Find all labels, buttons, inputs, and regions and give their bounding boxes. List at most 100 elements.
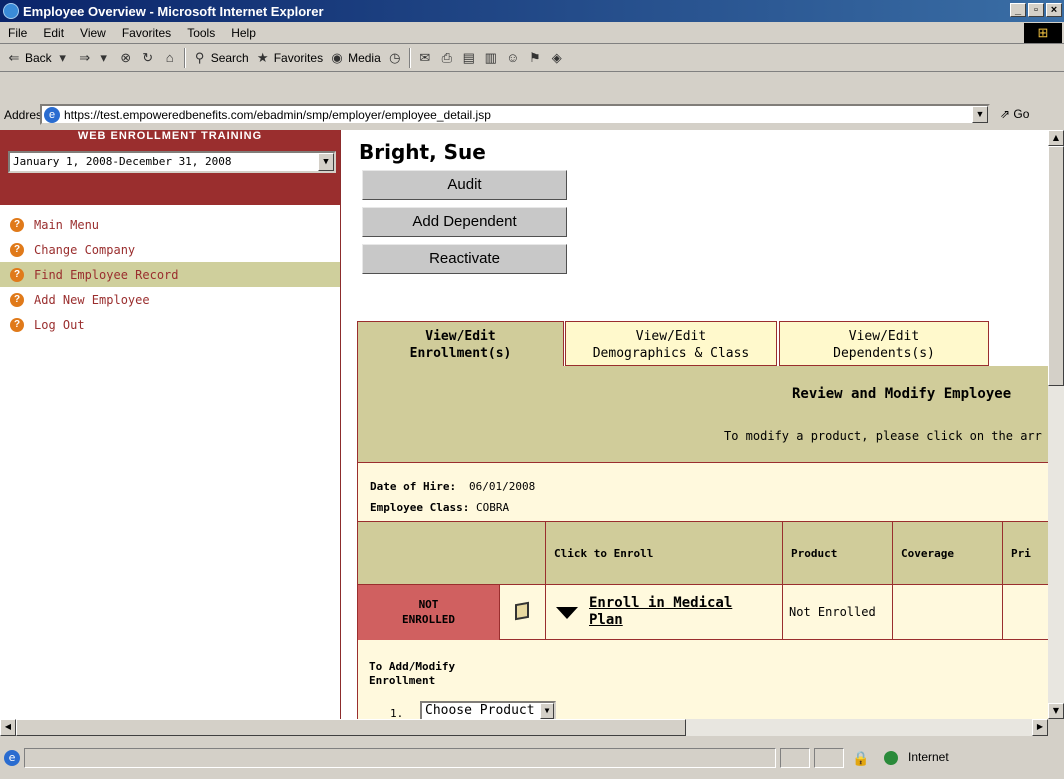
print-icon[interactable]: ⎙ <box>439 50 455 66</box>
search-button[interactable]: ⚲ Search <box>192 50 249 66</box>
header-price: Pri <box>1011 547 1031 560</box>
research-icon[interactable]: ⚑ <box>527 50 543 66</box>
back-arrow-icon: ⇐ <box>8 49 20 65</box>
ie-page-icon: e <box>44 106 60 123</box>
product-cell: Not Enrolled <box>783 585 893 640</box>
menu-favorites[interactable]: Favorites <box>114 26 179 40</box>
sidebar-item-change-company[interactable]: ? Change Company <box>0 237 340 262</box>
add-modify-label: To Add/Modify Enrollment <box>369 660 456 687</box>
sidebar-nav: ? Main Menu ? Change Company ? Find Employe… <box>0 212 340 337</box>
toolbar-separator <box>408 47 411 68</box>
tab-demographics[interactable]: View/Edit Demographics & Class <box>565 321 777 366</box>
media-button[interactable]: ◉ Media <box>329 49 380 66</box>
employee-class-value: COBRA <box>475 501 510 514</box>
stop-icon[interactable]: ⊗ <box>118 50 134 66</box>
mail-icon[interactable]: ✉ <box>417 50 433 66</box>
ie-icon <box>3 3 19 19</box>
address-dropdown-icon[interactable]: ▼ <box>972 106 988 123</box>
tab-enrollments[interactable]: View/Edit Enrollment(s) <box>357 321 564 368</box>
toolbar-extra-icon[interactable]: ◈ <box>549 50 565 66</box>
edit-icon[interactable]: ▤ <box>461 50 477 66</box>
header-click-to-enroll: Click to Enroll <box>546 522 783 585</box>
maximize-button[interactable]: ▫ <box>1028 3 1044 17</box>
window-title-bar: Employee Overview - Microsoft Internet E… <box>0 0 1064 22</box>
sidebar: WEB ENROLLMENT TRAINING January 1, 2008-… <box>0 130 341 719</box>
scroll-up-icon[interactable]: ▲ <box>1048 130 1064 146</box>
toolbar-separator <box>183 47 186 68</box>
plan-year-select[interactable]: January 1, 2008-December 31, 2008 ▼ <box>8 151 336 173</box>
window-title: Employee Overview - Microsoft Internet E… <box>23 3 324 19</box>
date-of-hire-row: Date of Hire: 06/01/2008 <box>370 480 536 493</box>
scroll-right-icon[interactable]: ▶ <box>1032 719 1048 736</box>
sidebar-item-add-new-employee[interactable]: ? Add New Employee <box>0 287 340 312</box>
horizontal-scrollbar[interactable]: ◀ ▶ <box>0 719 1048 736</box>
discuss-icon[interactable]: ▥ <box>483 50 499 66</box>
window-controls: _ ▫ × <box>1010 3 1062 17</box>
messenger-icon[interactable]: ☺ <box>505 50 521 66</box>
horizontal-scroll-thumb[interactable] <box>16 719 686 736</box>
plan-year-value: January 1, 2008-December 31, 2008 <box>13 155 232 168</box>
menu-help[interactable]: Help <box>223 26 264 40</box>
page-content: WEB ENROLLMENT TRAINING January 1, 2008-… <box>0 130 1048 719</box>
header-coverage: Coverage <box>893 522 1003 585</box>
tab-bar: View/Edit Enrollment(s) View/Edit Demogr… <box>357 321 1048 368</box>
sidebar-item-find-employee-record[interactable]: ? Find Employee Record <box>0 262 340 287</box>
reactivate-button[interactable]: Reactivate <box>362 244 567 274</box>
tab-dependents[interactable]: View/Edit Dependents(s) <box>779 321 989 366</box>
vertical-scroll-thumb[interactable] <box>1048 146 1064 386</box>
chevron-down-icon[interactable]: ▼ <box>540 703 554 719</box>
status-bar: e 🔒 Internet <box>0 740 1064 779</box>
back-button[interactable]: ⇐ Back ▾ <box>6 50 71 66</box>
date-of-hire-value: 06/01/2008 <box>469 480 536 493</box>
status-pane <box>814 748 844 768</box>
triangle-down-icon[interactable] <box>556 607 578 619</box>
audit-button[interactable]: Audit <box>362 170 567 200</box>
menu-view[interactable]: View <box>72 26 114 40</box>
enrollment-panel: Review and Modify Employee To modify a p… <box>357 366 1048 719</box>
history-icon[interactable]: ◷ <box>387 50 403 66</box>
status-pane <box>780 748 810 768</box>
header-blank <box>358 522 546 585</box>
minimize-button[interactable]: _ <box>1010 3 1026 17</box>
sidebar-title: WEB ENROLLMENT TRAINING <box>77 130 263 142</box>
sidebar-item-log-out[interactable]: ? Log Out <box>0 312 340 337</box>
scrollbar-corner <box>1048 719 1064 736</box>
enroll-medical-plan-link[interactable]: Enroll in Medical Plan <box>589 595 769 629</box>
help-icon: ? <box>10 292 24 307</box>
globe-icon <box>884 751 898 765</box>
lock-icon: 🔒 <box>852 751 870 767</box>
scroll-down-icon[interactable]: ▼ <box>1048 703 1064 719</box>
menu-file[interactable]: File <box>0 26 35 40</box>
employee-name: Bright, Sue <box>359 140 486 164</box>
scroll-left-icon[interactable]: ◀ <box>0 719 16 736</box>
refresh-icon[interactable]: ↻ <box>140 50 156 66</box>
add-dependent-button[interactable]: Add Dependent <box>362 207 567 237</box>
vertical-scrollbar[interactable]: ▲ ▼ <box>1048 130 1064 719</box>
toolbar: ⇐ Back ▾ ⇒ ▾ ⊗ ↻ ⌂ ⚲ Search ★ Favorites ◉ Medi… <box>0 44 1064 72</box>
favorites-button[interactable]: ★ Favorites <box>255 50 323 66</box>
forward-button[interactable]: ⇒ ▾ <box>77 50 112 66</box>
help-icon: ? <box>10 217 24 232</box>
go-button[interactable]: ⇗ Go <box>1000 107 1029 121</box>
close-button[interactable]: × <box>1046 3 1062 17</box>
menu-bar: File Edit View Favorites Tools Help ⊞ <box>0 22 1064 44</box>
menu-edit[interactable]: Edit <box>35 26 72 40</box>
panel-instruction: To modify a product, please click on the… <box>724 429 1042 443</box>
table-header: Click to Enroll Product Coverage Pri <box>358 522 1048 585</box>
security-zone: Internet <box>908 750 949 764</box>
enroll-cell: Enroll in Medical Plan <box>546 585 783 640</box>
sidebar-item-main-menu[interactable]: ? Main Menu <box>0 212 340 237</box>
status-message-pane <box>24 748 776 768</box>
menu-tools[interactable]: Tools <box>179 26 223 40</box>
chevron-down-icon[interactable]: ▼ <box>318 153 334 171</box>
coverage-cell <box>893 585 1003 640</box>
address-input[interactable]: e https://test.empoweredbenefits.com/eba… <box>40 104 990 125</box>
panel-heading: Review and Modify Employee <box>792 386 1012 402</box>
choose-product-select[interactable]: Choose Product ▼ <box>420 701 556 719</box>
media-icon: ◉ <box>331 49 343 65</box>
item-number: 1. <box>390 707 404 719</box>
details-cell <box>500 585 546 640</box>
main-panel: Bright, Sue Audit Add Dependent Reactiva… <box>342 130 1048 719</box>
home-icon[interactable]: ⌂ <box>162 50 178 66</box>
book-icon[interactable] <box>515 601 529 621</box>
